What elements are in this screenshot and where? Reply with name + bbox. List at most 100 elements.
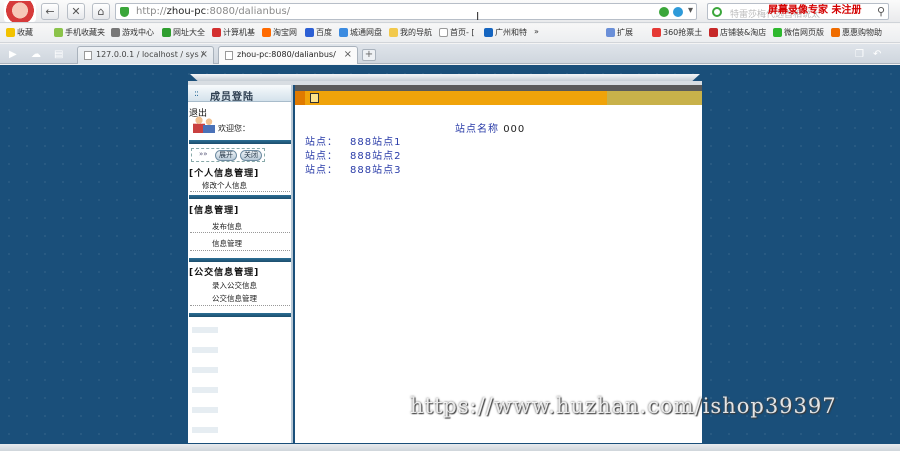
divider: [190, 250, 290, 251]
close-icon: ✕: [71, 5, 81, 18]
double-chevron-icon: »»: [199, 150, 208, 158]
bookmarks-overflow[interactable]: »: [534, 27, 539, 36]
bookmark-games[interactable]: 游戏中心: [111, 27, 154, 38]
close-icon[interactable]: ×: [344, 49, 352, 60]
section-info-management[interactable]: [信息管理]: [189, 203, 239, 216]
station-row: 站点： 888站点2: [305, 151, 402, 162]
address-bar[interactable]: http://zhou-pc:8080/dalianbus/ ▾: [115, 3, 697, 20]
station-name-value: 000: [503, 124, 526, 135]
section-divider: [189, 195, 291, 199]
stop-button[interactable]: ✕: [67, 3, 85, 20]
bookmark-baidu[interactable]: 百度: [305, 27, 332, 38]
new-tab-button[interactable]: +: [362, 49, 376, 61]
status-bar: [0, 444, 900, 451]
bookmark-wechat[interactable]: 微信网页版: [773, 27, 824, 38]
collapse-button[interactable]: 关闭: [240, 150, 262, 161]
site-watermark: https://www.huzhan.com/ishop39397: [410, 394, 837, 418]
tab-dalianbus[interactable]: zhou-pc:8080/dalianbus/ ×: [218, 46, 358, 64]
member-sidebar: :: 成员登陆 退出 欢迎您： »» 展开 关闭 [个人信息管理] 修改个人信息…: [188, 85, 293, 443]
expand-button[interactable]: 展开: [215, 150, 237, 161]
main-content: 站点名称 000 站点： 888站点1 站点： 888站点2 站点： 888站点3: [295, 85, 702, 443]
shop-icon: [709, 28, 718, 37]
home-icon: ⌂: [97, 5, 105, 18]
bookmarks-bar: 收藏 手机收藏夹 游戏中心 网址大全 计算机基 淘宝网 百度 城通网盘 我的导航…: [0, 24, 900, 43]
station-name-heading: 站点名称 000: [455, 124, 526, 135]
section-bus-management[interactable]: [公交信息管理]: [189, 265, 259, 278]
wechat-icon: [773, 28, 782, 37]
back-button[interactable]: ←: [41, 3, 59, 20]
menu-item-edit-profile[interactable]: 修改个人信息: [202, 180, 247, 191]
ticket-icon: [652, 28, 661, 37]
bookmark-disk[interactable]: 城通网盘: [339, 27, 382, 38]
page-icon: [439, 28, 448, 37]
section-personal-info[interactable]: [个人信息管理]: [189, 166, 259, 179]
browser-navbar: ← ✕ ⌂ http://zhou-pc:8080/dalianbus/ ▾ I…: [0, 0, 900, 23]
sidebar-titlebar: :: 成员登陆: [188, 85, 291, 103]
search-icon[interactable]: ⚲: [877, 5, 885, 18]
tab-phpmyadmin[interactable]: 127.0.0.1 / localhost / sys / ×: [77, 46, 214, 64]
bookmark-tickets[interactable]: 360抢票土: [652, 27, 702, 38]
sidebar-filler: [192, 347, 218, 353]
doc-icon: [84, 51, 92, 60]
bookmark-favorites[interactable]: 收藏: [6, 27, 33, 38]
chevron-down-icon[interactable]: ▾: [688, 5, 693, 16]
grip-icon: ::: [194, 89, 199, 99]
folder-icon: [389, 28, 398, 37]
sidebar-filler: [192, 407, 218, 413]
back-arrow-icon: ←: [45, 5, 55, 18]
content-header-bar: [295, 91, 702, 105]
sidebar-filler: [192, 327, 218, 333]
bookmark-taobao[interactable]: 淘宝网: [262, 27, 297, 38]
user-avatar[interactable]: [4, 1, 36, 22]
menu-item-manage-bus-info[interactable]: 公交信息管理: [212, 293, 257, 304]
globe-icon: [162, 28, 171, 37]
shield-icon: [120, 7, 129, 17]
menu-item-publish-info[interactable]: 发布信息: [212, 221, 242, 232]
window-icon[interactable]: ❐: [855, 49, 864, 60]
undo-icon[interactable]: ↶: [873, 49, 881, 60]
apps-icon[interactable]: ▤: [54, 49, 63, 60]
text-cursor-icon: I: [476, 10, 480, 23]
cart-icon: [831, 28, 840, 37]
tab-bar: ▶ ☁ ▤ 127.0.0.1 / localhost / sys / × zh…: [0, 44, 900, 64]
section-divider: [189, 258, 291, 262]
bookmark-mobile[interactable]: 手机收藏夹: [54, 27, 105, 38]
section-divider: [189, 140, 291, 144]
address-url[interactable]: http://zhou-pc:8080/dalianbus/: [136, 6, 290, 17]
bookmark-guangzhou[interactable]: 广州和特: [484, 27, 527, 38]
bookmark-home[interactable]: 首页- [: [439, 27, 475, 38]
menu-item-add-bus-info[interactable]: 录入公交信息: [212, 280, 257, 291]
sidebar-title: 成员登陆: [210, 92, 254, 103]
bookmark-computer[interactable]: 计算机基: [212, 27, 255, 38]
search-engine-icon: [712, 7, 722, 17]
divider: [190, 232, 290, 233]
browser-mode-icon[interactable]: [673, 7, 683, 17]
site-icon: [484, 28, 493, 37]
bookmark-nav[interactable]: 我的导航: [389, 27, 432, 38]
cloud-icon[interactable]: ☁: [31, 49, 41, 60]
bookmark-huihui[interactable]: 惠惠购物助: [831, 27, 882, 38]
bookmark-sites[interactable]: 网址大全: [162, 27, 205, 38]
bookmark-shop[interactable]: 店铺装&淘店: [709, 27, 766, 38]
expand-collapse-controls: »» 展开 关闭: [191, 148, 265, 162]
menu-item-manage-info[interactable]: 信息管理: [212, 238, 242, 249]
divider: [190, 305, 290, 306]
star-icon: [6, 28, 15, 37]
section-divider: [189, 313, 291, 317]
taobao-icon: [262, 28, 271, 37]
site-icon: [212, 28, 221, 37]
note-icon: [310, 93, 319, 103]
station-row: 站点： 888站点1: [305, 137, 402, 148]
refresh-icon[interactable]: [659, 7, 669, 17]
station-row: 站点： 888站点3: [305, 165, 402, 176]
extensions-button[interactable]: 扩展: [606, 27, 633, 38]
phone-icon: [54, 28, 63, 37]
close-icon[interactable]: ×: [200, 49, 208, 60]
users-icon: [193, 116, 215, 134]
sidebar-toggle-icon[interactable]: ▶: [9, 49, 17, 60]
welcome-text: 欢迎您：: [218, 124, 250, 133]
sidebar-filler: [192, 367, 218, 373]
sidebar-filler: [192, 427, 218, 433]
home-button[interactable]: ⌂: [92, 3, 110, 20]
divider: [190, 191, 290, 192]
